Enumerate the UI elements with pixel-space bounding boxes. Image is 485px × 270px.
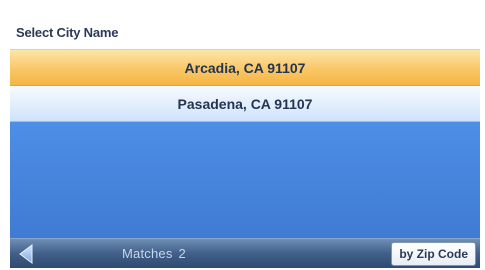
empty-list-area bbox=[10, 122, 480, 238]
page-title: Select City Name bbox=[16, 25, 119, 40]
back-button[interactable] bbox=[16, 242, 58, 266]
matches-label: Matches bbox=[122, 246, 173, 261]
city-results-list: Arcadia, CA 91107 Pasadena, CA 91107 bbox=[10, 50, 480, 122]
matches-count: 2 bbox=[178, 246, 186, 261]
by-zip-code-button[interactable]: by Zip Code bbox=[391, 242, 476, 266]
footer-bar: Matches 2 by Zip Code bbox=[10, 238, 480, 268]
header-bar: Select City Name bbox=[10, 16, 480, 50]
city-result-pasadena[interactable]: Pasadena, CA 91107 bbox=[10, 86, 480, 122]
city-result-label: Arcadia, CA 91107 bbox=[184, 59, 306, 76]
city-result-arcadia[interactable]: Arcadia, CA 91107 bbox=[10, 50, 480, 86]
matches-indicator: Matches 2 bbox=[122, 246, 186, 261]
back-arrow-icon bbox=[19, 244, 33, 264]
city-result-label: Pasadena, CA 91107 bbox=[177, 95, 313, 112]
city-select-screen: Select City Name Arcadia, CA 91107 Pasad… bbox=[10, 16, 480, 268]
